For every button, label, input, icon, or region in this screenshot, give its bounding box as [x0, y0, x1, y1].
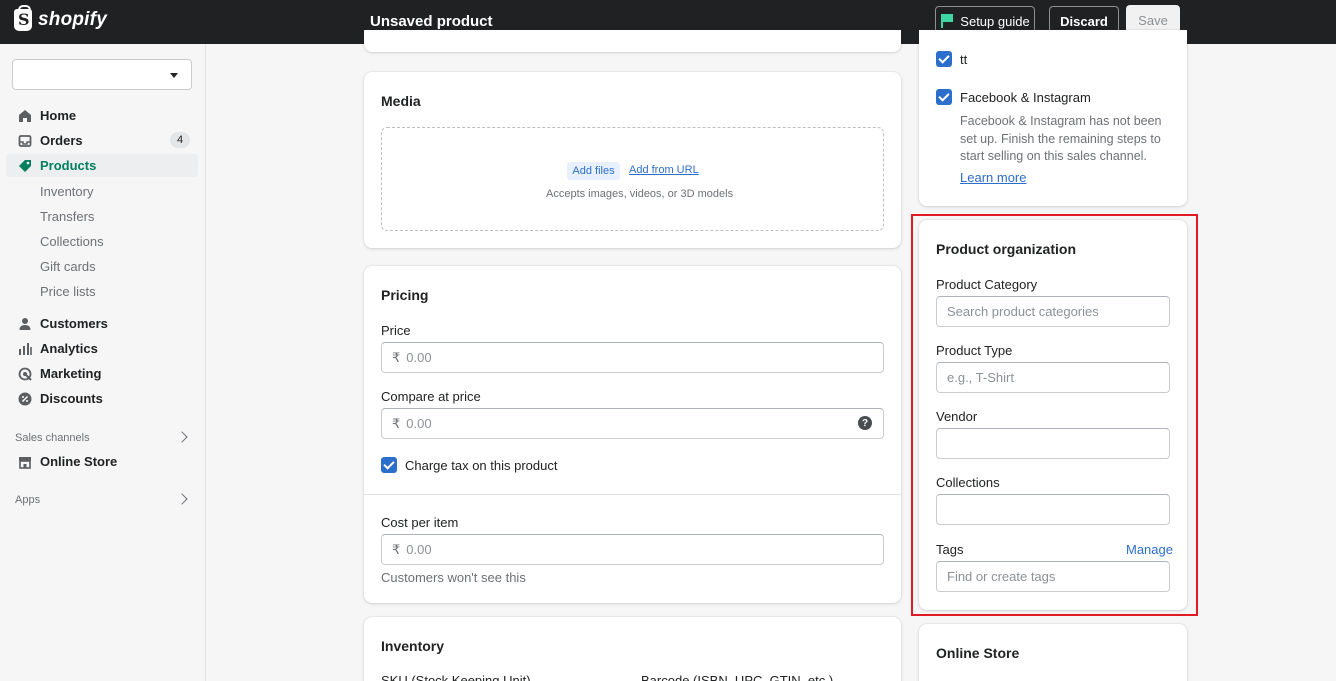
channel-facebook-note-1: Facebook & Instagram has not been — [960, 114, 1162, 128]
store-icon — [17, 454, 33, 470]
chevron-down-icon — [170, 73, 178, 78]
product-type-placeholder: e.g., T-Shirt — [947, 370, 1014, 385]
product-type-label: Product Type — [936, 343, 1013, 358]
compare-price-input[interactable]: ₹ 0.00 — [381, 408, 884, 439]
sales-channels-label: Sales channels — [15, 432, 90, 444]
sidebar-item-label: Analytics — [40, 341, 98, 356]
cost-per-item-label: Cost per item — [381, 515, 459, 530]
sidebar-item-label: Discounts — [40, 391, 103, 406]
compare-price-value: 0.00 — [406, 416, 432, 431]
sidebar-item-discounts[interactable]: Discounts — [6, 387, 198, 410]
channel-facebook-label: Facebook & Instagram — [960, 90, 1091, 105]
cost-per-item-input[interactable]: ₹ 0.00 — [381, 534, 884, 565]
vendor-label: Vendor — [936, 409, 978, 424]
product-type-input[interactable]: e.g., T-Shirt — [936, 362, 1170, 393]
sidebar-subitem-collections[interactable]: Collections — [40, 234, 104, 249]
channel-facebook-note-2: set up. Finish the remaining steps to — [960, 132, 1161, 146]
inventory-card — [364, 617, 901, 681]
apps-label: Apps — [15, 494, 41, 506]
channel-facebook-note-3: start selling on this sales channel. — [960, 149, 1147, 163]
charge-tax-label: Charge tax on this product — [405, 458, 558, 473]
person-icon — [17, 316, 33, 332]
charge-tax-checkbox[interactable] — [381, 457, 397, 473]
price-input[interactable]: ₹ 0.00 — [381, 342, 884, 373]
channel-tt-checkbox[interactable] — [936, 51, 952, 67]
manage-tags-link[interactable]: Manage — [1126, 542, 1173, 557]
tags-placeholder: Find or create tags — [947, 569, 1056, 584]
sidebar-item-home[interactable]: Home — [6, 104, 198, 127]
discount-icon — [17, 391, 33, 407]
currency-symbol: ₹ — [392, 541, 401, 557]
pricing-title: Pricing — [381, 287, 429, 303]
price-label: Price — [381, 323, 411, 338]
sidebar-item-label: Orders — [40, 133, 83, 148]
tags-label: Tags — [936, 542, 964, 557]
tags-input[interactable]: Find or create tags — [936, 561, 1170, 592]
barcode-label: Barcode (ISBN, UPC, GTIN, etc.) — [641, 673, 834, 681]
setup-guide-label: Setup guide — [960, 13, 1030, 29]
add-files-button[interactable]: Add files — [567, 162, 620, 180]
sidebar-item-label: Products — [40, 158, 97, 173]
sidebar-item-label: Online Store — [40, 454, 118, 469]
media-dropzone[interactable] — [381, 127, 884, 231]
online-store-title: Online Store — [936, 645, 1020, 661]
currency-symbol: ₹ — [392, 415, 401, 431]
channel-facebook-checkbox[interactable] — [936, 89, 952, 105]
flag-icon — [940, 14, 954, 28]
sidebar-item-customers[interactable]: Customers — [6, 312, 198, 335]
orders-count-badge: 4 — [170, 132, 190, 148]
sidebar-item-label: Marketing — [40, 366, 102, 381]
sku-label: SKU (Stock Keeping Unit) — [381, 673, 531, 681]
shopify-bag-icon — [14, 5, 32, 31]
marketing-icon — [17, 366, 33, 382]
media-title: Media — [381, 93, 421, 109]
sidebar-item-online-store[interactable]: Online Store — [6, 450, 198, 473]
channel-tt-label: tt — [960, 52, 968, 67]
tag-icon — [17, 158, 33, 174]
sidebar-item-analytics[interactable]: Analytics — [6, 337, 198, 360]
sidebar-subitem-inventory[interactable]: Inventory — [40, 184, 93, 199]
sidebar-item-label: Home — [40, 108, 77, 123]
product-category-input[interactable]: Search product categories — [936, 296, 1170, 327]
sidebar-subitem-gift-cards[interactable]: Gift cards — [40, 259, 96, 274]
media-hint: Accepts images, videos, or 3D models — [546, 188, 734, 200]
orders-icon — [17, 133, 33, 149]
collections-input[interactable] — [936, 494, 1170, 525]
currency-symbol: ₹ — [392, 349, 401, 365]
product-category-placeholder: Search product categories — [947, 304, 1099, 319]
product-organization-title: Product organization — [936, 241, 1076, 257]
sidebar-item-products[interactable]: Products — [6, 154, 198, 177]
learn-more-link[interactable]: Learn more — [960, 170, 1026, 185]
add-from-url-link[interactable]: Add from URL — [629, 164, 699, 176]
store-selector[interactable] — [12, 59, 192, 90]
vendor-input[interactable] — [936, 428, 1170, 459]
previous-card — [364, 30, 901, 52]
logo-text: shopify — [38, 9, 107, 30]
cost-value: 0.00 — [406, 542, 432, 557]
inventory-title: Inventory — [381, 638, 445, 654]
sidebar-subitem-price-lists[interactable]: Price lists — [40, 284, 96, 299]
compare-price-label: Compare at price — [381, 389, 481, 404]
home-icon — [17, 108, 33, 124]
shopify-logo[interactable]: shopify — [14, 5, 107, 31]
cost-hint: Customers won't see this — [381, 570, 526, 585]
divider — [364, 494, 901, 495]
help-icon[interactable]: ? — [858, 416, 872, 430]
bar-chart-icon — [17, 341, 33, 357]
sidebar-item-marketing[interactable]: Marketing — [6, 362, 198, 385]
collections-label: Collections — [936, 475, 1000, 490]
sidebar-item-orders[interactable]: Orders 4 — [6, 129, 198, 152]
price-value: 0.00 — [406, 350, 432, 365]
sidebar-item-label: Customers — [40, 316, 108, 331]
product-category-label: Product Category — [936, 277, 1038, 292]
sidebar-subitem-transfers[interactable]: Transfers — [40, 209, 94, 224]
page-title: Unsaved product — [370, 13, 493, 30]
